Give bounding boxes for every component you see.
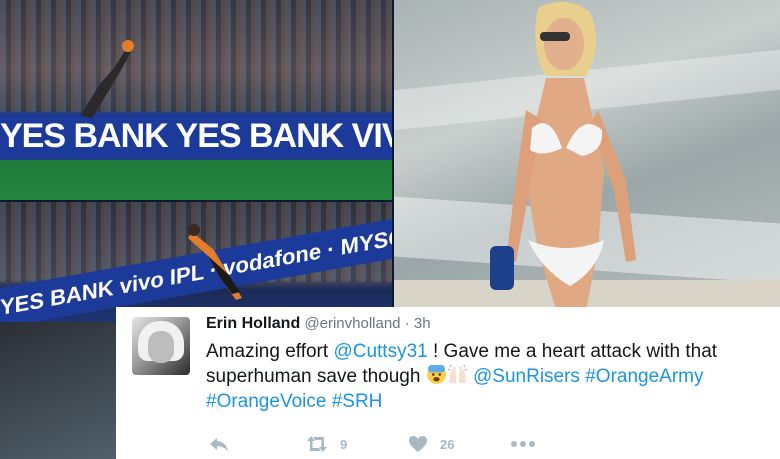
fielder-figure [80, 40, 134, 118]
photo-beach [394, 0, 780, 310]
retweet-count: 9 [340, 436, 348, 452]
tweet-actions: 9 26 [208, 433, 748, 455]
reply-button[interactable] [208, 433, 230, 455]
retweet-button[interactable]: 9 [304, 433, 347, 455]
heart-icon [409, 436, 427, 452]
hashtag-link[interactable]: #SRH [332, 391, 383, 412]
tweet-text: Amazing effort @Cuttsy31 ! Gave me a hea… [206, 339, 762, 414]
retweet-icon [307, 436, 327, 452]
like-button[interactable]: 26 [408, 433, 454, 455]
tweet-card: Erin Holland @erinvholland · 3h Amazing … [116, 307, 780, 459]
fearful-face-emoji [426, 365, 446, 384]
tweet-header: Erin Holland @erinvholland · 3h [206, 315, 431, 333]
more-icon [511, 441, 535, 447]
hashtag-link[interactable]: #OrangeArmy [585, 366, 703, 387]
raised-hands-emoji [447, 364, 467, 383]
stadium-crowd [0, 0, 392, 112]
stand-foreground [0, 322, 120, 459]
separator: · [404, 315, 410, 332]
adboard-top: YES BANK YES BANK VIVO IPL [0, 115, 392, 157]
fielder-leaping [188, 224, 242, 300]
more-button[interactable] [510, 433, 536, 455]
mention-link[interactable]: @SunRisers [473, 366, 580, 387]
person-figure [490, 1, 636, 310]
hashtag-link[interactable]: #OrangeVoice [206, 391, 326, 412]
user-handle[interactable]: @erinvholland [304, 315, 400, 332]
like-count: 26 [440, 436, 455, 452]
avatar[interactable] [132, 317, 190, 375]
tweet-text-part: Amazing effort [206, 341, 334, 362]
photo-catch-top: YES BANK YES BANK VIVO IPL [0, 0, 392, 200]
reply-icon [210, 438, 228, 451]
avatar-face [148, 331, 174, 363]
display-name[interactable]: Erin Holland [206, 315, 300, 332]
tweet-time[interactable]: 3h [414, 315, 431, 332]
mention-link[interactable]: @Cuttsy31 [333, 341, 427, 362]
